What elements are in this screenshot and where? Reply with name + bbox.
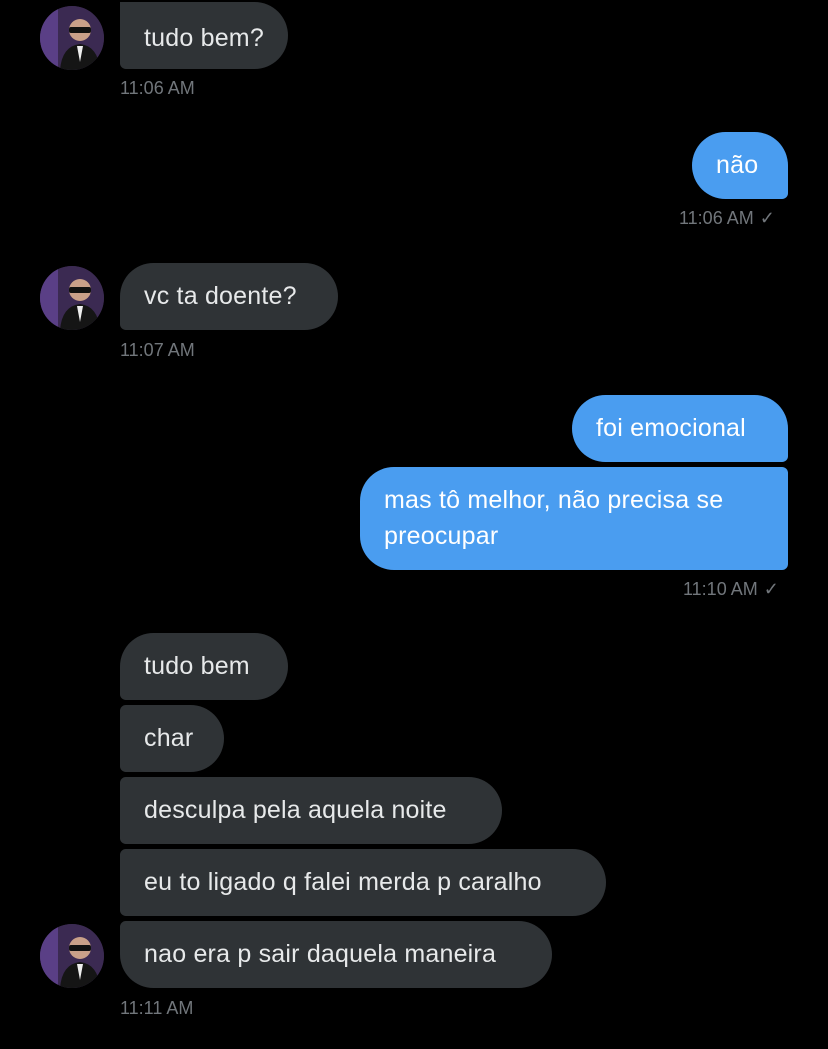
avatar[interactable]: [40, 924, 104, 988]
message-timestamp: 11:06 AM ✓: [679, 208, 775, 228]
message-text: tudo bem: [144, 652, 250, 680]
message-bubble[interactable]: tudo bem: [120, 633, 288, 700]
message-bubble[interactable]: vc ta doente?: [120, 263, 338, 330]
message-bubble[interactable]: desculpa pela aquela noite: [120, 777, 502, 844]
message-text: mas tô melhor, não precisa se preocupar: [384, 486, 724, 550]
message-bubble[interactable]: não: [692, 132, 788, 199]
message-timestamp: 11:11 AM: [120, 998, 194, 1018]
avatar-icon: [40, 6, 104, 70]
message-bubble[interactable]: mas tô melhor, não precisa se preocupar: [360, 467, 788, 570]
avatar[interactable]: [40, 6, 104, 70]
message-bubble[interactable]: nao era p sair daquela maneira: [120, 921, 552, 988]
message-timestamp: 11:10 AM ✓: [683, 579, 779, 599]
avatar-icon: [40, 924, 104, 988]
message-text: tudo bem?: [144, 24, 264, 52]
message-text: não: [716, 151, 759, 179]
message-text: vc ta doente?: [144, 282, 297, 310]
message-text: foi emocional: [596, 414, 746, 442]
check-icon: ✓: [763, 579, 779, 599]
message-bubble[interactable]: tudo bem?: [120, 2, 288, 69]
message-bubble[interactable]: char: [120, 705, 224, 772]
message-bubble[interactable]: foi emocional: [572, 395, 788, 462]
message-timestamp: 11:06 AM: [120, 78, 195, 98]
message-text: eu to ligado q falei merda p caralho: [144, 868, 542, 896]
avatar-icon: [40, 266, 104, 330]
message-text: nao era p sair daquela maneira: [144, 940, 497, 968]
message-text: desculpa pela aquela noite: [144, 796, 447, 824]
avatar[interactable]: [40, 266, 104, 330]
message-bubble[interactable]: eu to ligado q falei merda p caralho: [120, 849, 606, 916]
message-timestamp: 11:07 AM: [120, 340, 195, 360]
message-text: char: [144, 724, 194, 752]
check-icon: ✓: [759, 208, 775, 228]
